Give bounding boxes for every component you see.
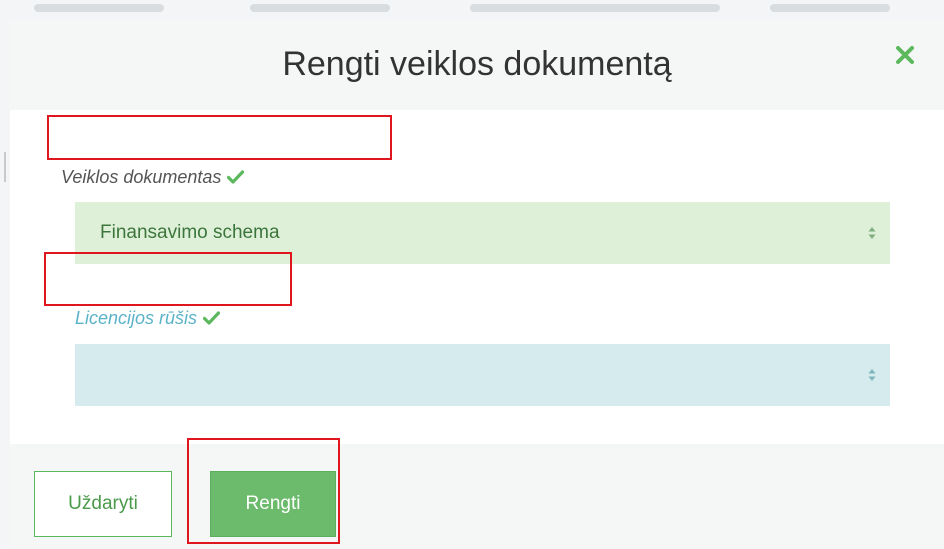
sort-arrows-icon	[868, 369, 876, 381]
document-select[interactable]: Finansavimo schema	[75, 202, 890, 264]
dialog-title: Rengti veiklos dokumentą	[282, 45, 672, 83]
background-text	[250, 4, 390, 12]
sort-arrows-icon	[868, 227, 876, 239]
prepare-button[interactable]: Rengti	[210, 471, 336, 537]
dialog-footer: Uždaryti Rengti	[10, 444, 944, 549]
screen: Rengti veiklos dokumentą Veiklos dokumen…	[0, 0, 944, 549]
document-select-value: Finansavimo schema	[100, 222, 280, 243]
background-page	[0, 0, 944, 20]
background-text	[770, 4, 890, 12]
background-edge	[4, 152, 6, 182]
prepare-document-dialog: Rengti veiklos dokumentą Veiklos dokumen…	[10, 20, 944, 549]
close-dialog-button[interactable]: Uždaryti	[34, 471, 172, 537]
close-button[interactable]	[894, 44, 916, 66]
license-type-label-text: Licencijos rūšis	[75, 308, 198, 328]
license-type-field-label: Licencijos rūšis	[75, 307, 221, 329]
dialog-body: Veiklos dokumentas Finansavimo schema Li…	[10, 110, 944, 444]
check-icon	[227, 170, 245, 184]
background-text	[470, 4, 720, 12]
dialog-header: Rengti veiklos dokumentą	[10, 20, 944, 111]
document-field-label: Veiklos dokumentas	[61, 166, 245, 188]
document-label-text: Veiklos dokumentas	[61, 167, 222, 187]
check-icon	[203, 311, 221, 325]
background-text	[34, 4, 164, 12]
license-type-select[interactable]	[75, 344, 890, 406]
close-icon	[896, 46, 914, 64]
